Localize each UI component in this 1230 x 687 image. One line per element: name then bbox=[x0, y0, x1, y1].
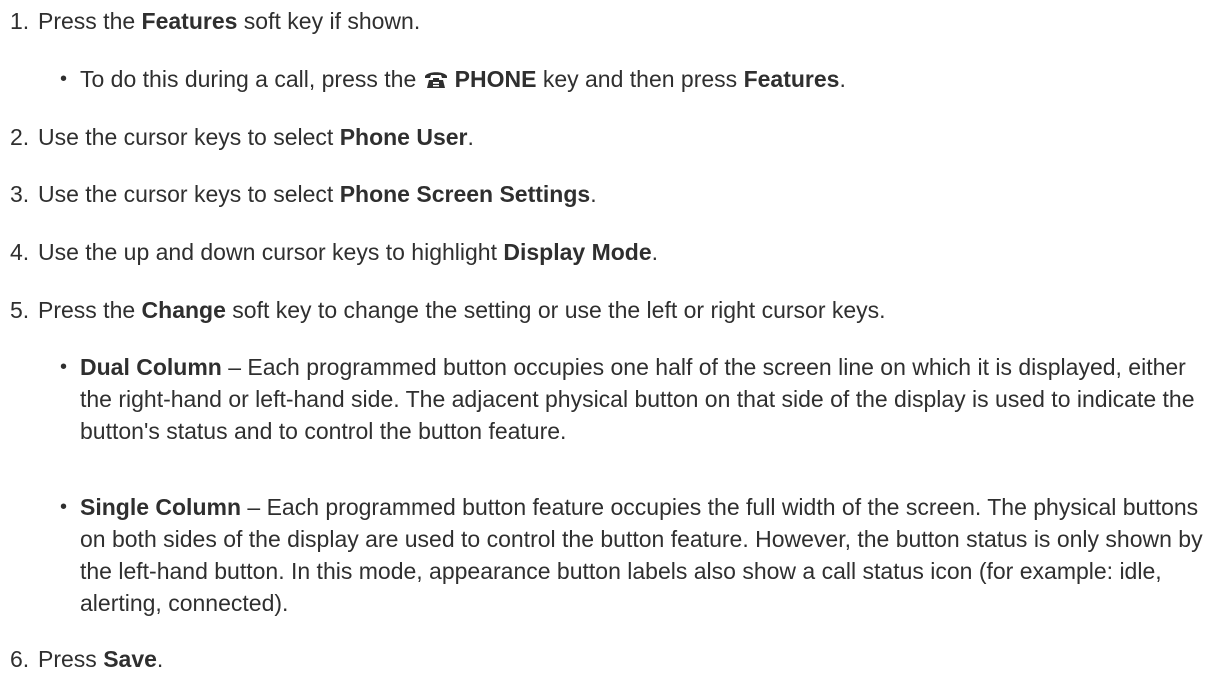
step-text-pre: Press the bbox=[38, 8, 142, 34]
sub-text-post: . bbox=[839, 66, 846, 92]
bullet-marker: • bbox=[60, 68, 68, 90]
option-description: – Each programmed button occupies one ha… bbox=[80, 354, 1195, 444]
step-text: Press Save. bbox=[38, 643, 1218, 675]
step-text-post: . bbox=[467, 124, 474, 150]
step-keyword: Save bbox=[103, 646, 157, 672]
step-number: 5. bbox=[10, 297, 30, 323]
step-text: Use the cursor keys to select Phone User… bbox=[38, 121, 1218, 153]
step-text: Use the cursor keys to select Phone Scre… bbox=[38, 178, 1218, 210]
step-text-post: soft key if shown. bbox=[237, 8, 421, 34]
step-text: Press the Change soft key to change the … bbox=[38, 294, 1218, 326]
step-text-post: soft key to change the setting or use th… bbox=[225, 297, 886, 323]
bullet-marker: • bbox=[60, 356, 68, 378]
phone-key-label: PHONE bbox=[454, 66, 537, 92]
step-number: 1. bbox=[10, 8, 30, 34]
step-text: Use the up and down cursor keys to highl… bbox=[38, 236, 1218, 268]
step-text-post: . bbox=[156, 646, 164, 672]
step-text-post: . bbox=[651, 239, 659, 265]
step-number: 3. bbox=[10, 181, 30, 207]
step-number: 2. bbox=[10, 124, 30, 150]
step-keyword: Display Mode bbox=[503, 239, 652, 265]
phone-icon bbox=[424, 72, 447, 88]
step-number: 6. bbox=[10, 646, 30, 672]
option-name: Single Column bbox=[80, 494, 241, 520]
step-keyword: Phone User bbox=[339, 124, 468, 150]
sub-bullet-text: To do this during a call, press the PHON… bbox=[80, 63, 1215, 95]
step-text-post: . bbox=[590, 181, 597, 207]
option-description: – Each programmed button feature occupie… bbox=[80, 494, 1203, 616]
step-keyword: Features bbox=[141, 8, 238, 34]
step-keyword: Change bbox=[141, 297, 226, 323]
sub-bullet-text: Single Column – Each programmed button f… bbox=[80, 491, 1215, 619]
step-keyword: Phone Screen Settings bbox=[339, 181, 591, 207]
step-text-pre: Use the up and down cursor keys to highl… bbox=[38, 239, 504, 265]
step-text: Press the Features soft key if shown. bbox=[38, 5, 1218, 37]
option-name: Dual Column bbox=[80, 354, 222, 380]
step-text-pre: Use the cursor keys to select bbox=[38, 181, 340, 207]
sub-text-pre: To do this during a call, press the bbox=[80, 66, 423, 92]
step-text-pre: Press bbox=[38, 646, 104, 672]
step-text-pre: Press the bbox=[38, 297, 142, 323]
bullet-marker: • bbox=[60, 496, 68, 518]
step-number: 4. bbox=[10, 239, 30, 265]
sub-bullet-text: Dual Column – Each programmed button occ… bbox=[80, 351, 1215, 447]
step-text-pre: Use the cursor keys to select bbox=[38, 124, 340, 150]
features-key-label: Features bbox=[743, 66, 840, 92]
sub-text-mid: key and then press bbox=[536, 66, 744, 92]
